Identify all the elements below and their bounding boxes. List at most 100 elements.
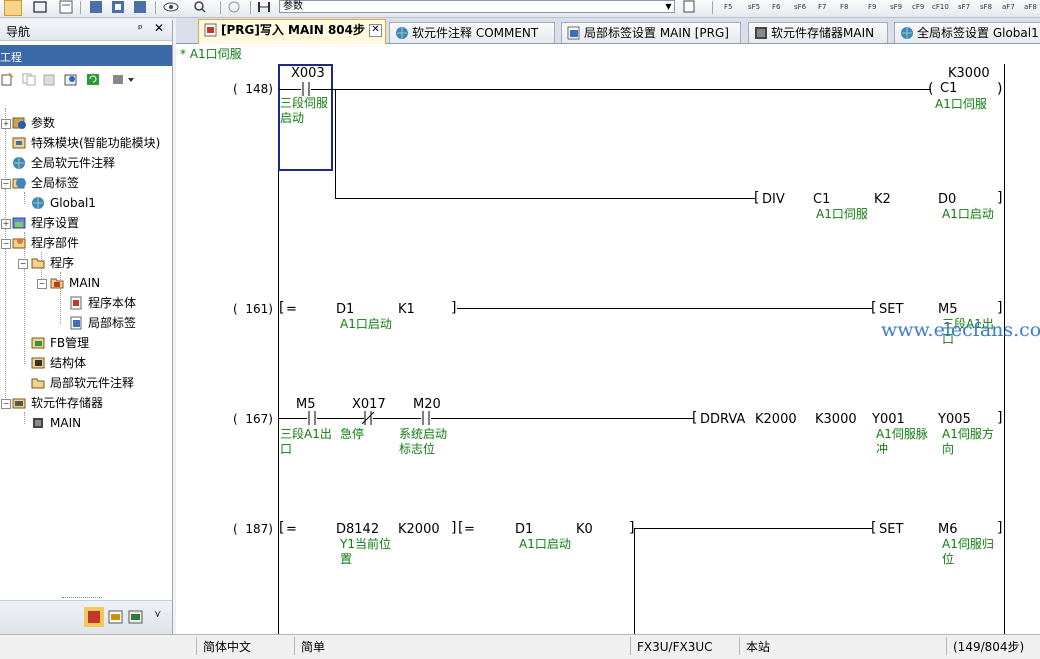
compare-source1[interactable]: D8142 xyxy=(336,522,379,537)
tree-expander[interactable]: − xyxy=(1,239,11,249)
toolbar-button-6[interactable] xyxy=(132,0,148,14)
function-key-f8[interactable]: F8 xyxy=(840,3,848,11)
connection-icon[interactable] xyxy=(128,609,144,625)
eye-icon[interactable] xyxy=(162,0,182,14)
zoom-icon[interactable] xyxy=(192,0,212,14)
ladder-icon[interactable] xyxy=(256,0,272,14)
function-key-sf8[interactable]: sF8 xyxy=(980,3,992,11)
div-source1[interactable]: C1 xyxy=(813,192,830,207)
property-icon[interactable] xyxy=(64,73,78,86)
coil-device[interactable]: C1 xyxy=(940,81,957,96)
function-key-sf9[interactable]: sF9 xyxy=(890,3,902,11)
function-key-f7[interactable]: F7 xyxy=(818,3,826,11)
ddrva-source2[interactable]: K3000 xyxy=(815,412,857,427)
coil-setting-value[interactable]: K3000 xyxy=(948,66,990,81)
tab-device-comment[interactable]: 软元件注释 COMMENT xyxy=(389,22,555,43)
tree-item-device-main[interactable]: MAIN xyxy=(31,414,81,432)
pin-icon[interactable]: ᵖ xyxy=(138,22,143,35)
tree-item-fb-management[interactable]: FB管理 xyxy=(31,334,89,352)
function-key-sf7[interactable]: sF7 xyxy=(958,3,970,11)
project-header[interactable]: 工程 xyxy=(0,45,172,66)
tree-item-main[interactable]: MAIN xyxy=(50,274,100,292)
tree-expander[interactable]: + xyxy=(1,219,11,229)
new-item-icon[interactable] xyxy=(0,73,14,86)
ddrva-destination2[interactable]: Y005 xyxy=(938,412,971,427)
toolbar-button-2[interactable] xyxy=(32,0,48,14)
toolbar-button-3[interactable] xyxy=(58,0,74,14)
instruction-div[interactable]: DIV xyxy=(762,192,785,207)
toolbar-button-4[interactable] xyxy=(88,0,104,14)
tree-item-parameter[interactable]: 参数 xyxy=(12,114,55,132)
tree-expander[interactable]: − xyxy=(1,399,11,409)
coil-open-bracket: ( xyxy=(928,81,934,97)
tree-item-program-parts[interactable]: 程序部件 xyxy=(12,234,79,252)
refresh-icon[interactable] xyxy=(86,73,100,86)
function-key-sf6[interactable]: sF6 xyxy=(794,3,806,11)
compare-operator[interactable]: = xyxy=(286,302,297,317)
toolbar-button-1[interactable] xyxy=(4,0,22,16)
contact-device[interactable]: X017 xyxy=(352,397,386,412)
function-key-f6[interactable]: F6 xyxy=(772,3,780,11)
instruction-set[interactable]: SET xyxy=(879,302,903,317)
div-source2[interactable]: K2 xyxy=(874,192,891,207)
function-key-cf10[interactable]: cF10 xyxy=(932,3,949,11)
set-destination[interactable]: M6 xyxy=(938,522,958,537)
tree-item-program-setting[interactable]: 程序设置 xyxy=(12,214,79,232)
tree-item-structure[interactable]: 结构体 xyxy=(31,354,86,372)
tree-item-global1[interactable]: Global1 xyxy=(31,194,96,212)
ladder-editor[interactable]: * A1口伺服 ( 148) ( 161) ( 167) ( 187) X003… xyxy=(176,44,1040,634)
copy-icon[interactable] xyxy=(22,73,36,86)
tree-expander[interactable]: + xyxy=(1,119,11,129)
function-key-sf5[interactable]: sF5 xyxy=(748,3,760,11)
compare-source1[interactable]: D1 xyxy=(336,302,354,317)
toolbar-button-5[interactable] xyxy=(110,0,126,14)
tree-item-local-comment[interactable]: 局部软元件注释 xyxy=(31,374,134,392)
contact-device[interactable]: M20 xyxy=(413,397,441,412)
monitor-icon[interactable] xyxy=(226,0,242,14)
function-key-f5[interactable]: F5 xyxy=(724,3,732,11)
tree-item-special-module[interactable]: 特殊模块(智能功能模块) xyxy=(12,134,160,152)
tab-local-label-setting[interactable]: 局部标签设置 MAIN [PRG] xyxy=(561,22,741,43)
tree-item-global-comment[interactable]: 全局软元件注释 xyxy=(12,154,115,172)
tab-device-memory[interactable]: 软元件存储器MAIN xyxy=(748,22,888,43)
function-key-af8[interactable]: aF8 xyxy=(1024,3,1037,11)
contact-device[interactable]: M5 xyxy=(296,397,316,412)
more-views-chevron-icon[interactable]: ⋎ xyxy=(154,609,161,620)
function-key-f9[interactable]: F9 xyxy=(868,3,876,11)
toolbar-button-combo2[interactable] xyxy=(682,0,698,14)
compare-operator[interactable]: = xyxy=(286,522,297,537)
instruction-set[interactable]: SET xyxy=(879,522,903,537)
filter-icon[interactable] xyxy=(112,73,136,86)
ddrva-destination1[interactable]: Y001 xyxy=(872,412,905,427)
contact-comment: 急停 xyxy=(340,427,365,441)
tree-item-device-memory[interactable]: 软元件存储器 xyxy=(12,394,103,412)
function-key-af7[interactable]: aF7 xyxy=(1002,3,1015,11)
compare-source1[interactable]: D1 xyxy=(515,522,533,537)
tree-item-global-label[interactable]: 全局标签 xyxy=(12,174,79,192)
tree-item-local-label[interactable]: 局部标签 xyxy=(69,314,136,332)
contact-device[interactable]: X003 xyxy=(291,66,325,81)
tree-item-program-body[interactable]: 程序本体 xyxy=(69,294,136,312)
compare-source2[interactable]: K1 xyxy=(398,302,415,317)
tree-item-program[interactable]: 程序 xyxy=(31,254,74,272)
compare-source2[interactable]: K2000 xyxy=(398,522,440,537)
close-icon[interactable]: ✕ xyxy=(154,21,164,35)
program-select[interactable]: 参数 ▼ xyxy=(279,0,675,13)
project-view-icon[interactable] xyxy=(84,607,104,627)
tree-expander[interactable]: − xyxy=(1,179,11,189)
tree-expander[interactable]: − xyxy=(37,279,47,289)
chevron-down-icon[interactable]: ▼ xyxy=(663,1,674,12)
tab-main-program[interactable]: [PRG]写入 MAIN 804步 ✕ xyxy=(198,19,386,44)
ddrva-source1[interactable]: K2000 xyxy=(755,412,797,427)
tree-expander[interactable]: − xyxy=(18,259,28,269)
function-key-cf9[interactable]: cF9 xyxy=(912,3,924,11)
set-destination[interactable]: M5 xyxy=(938,302,958,317)
compare-operator[interactable]: = xyxy=(464,522,475,537)
tab-global-label-setting[interactable]: 全局标签设置 Global1 xyxy=(894,22,1040,43)
user-library-icon[interactable] xyxy=(108,609,124,625)
instruction-ddrva[interactable]: DDRVA xyxy=(700,412,745,427)
div-destination[interactable]: D0 xyxy=(938,192,956,207)
close-icon[interactable]: ✕ xyxy=(369,24,382,37)
paste-icon[interactable] xyxy=(42,73,56,86)
compare-source2[interactable]: K0 xyxy=(576,522,593,537)
